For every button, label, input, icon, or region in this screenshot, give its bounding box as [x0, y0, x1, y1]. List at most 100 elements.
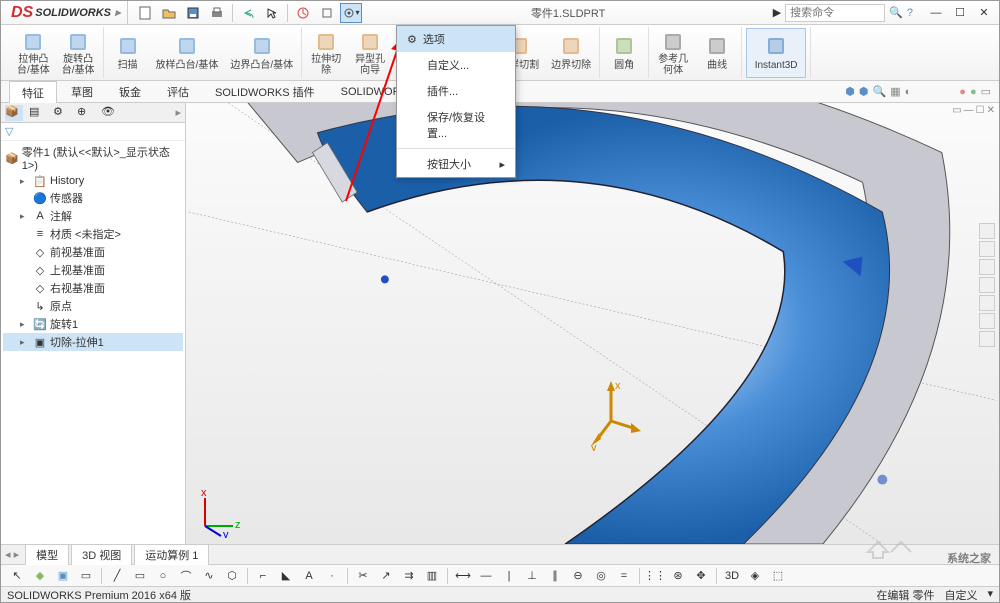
side-tool-3[interactable]: [979, 277, 995, 293]
sk-rel-par[interactable]: ∥: [545, 567, 565, 585]
extrude-cut-button[interactable]: 拉伸切除: [306, 28, 346, 78]
sk-mirror[interactable]: ▥: [422, 567, 442, 585]
menu-item-选项[interactable]: ⚙选项: [397, 26, 515, 52]
sk-3d[interactable]: 3D: [722, 567, 742, 585]
fm-tab-tree[interactable]: 📦: [5, 105, 23, 121]
tree-toggle[interactable]: ▸: [20, 319, 30, 330]
boundary-cut-button[interactable]: 边界切除: [547, 28, 595, 78]
tree-item[interactable]: ▸▣切除-拉伸1: [3, 333, 183, 351]
fm-tab-display[interactable]: 👁: [101, 105, 119, 121]
menu-item-按钮大小[interactable]: 按钮大小▸: [397, 151, 515, 177]
sk-rel-conc[interactable]: ◎: [591, 567, 611, 585]
fm-tab-config[interactable]: ⚙: [53, 105, 71, 121]
fm-tab-property[interactable]: ▤: [29, 105, 47, 121]
fm-tab-dim[interactable]: ⊕: [77, 105, 95, 121]
sk-plane[interactable]: ◈: [745, 567, 765, 585]
view-tab-1[interactable]: 3D 视图: [71, 544, 132, 565]
undo-button[interactable]: [237, 3, 259, 23]
scene-icon[interactable]: ●: [970, 86, 977, 98]
ribbon-tab-2[interactable]: 钣金: [107, 81, 153, 103]
sk-text[interactable]: A: [299, 567, 319, 585]
sk-misc[interactable]: ⬚: [768, 567, 788, 585]
sk-pattern-lin[interactable]: ⋮⋮: [645, 567, 665, 585]
child-max-button[interactable]: ☐: [976, 105, 985, 116]
menu-item-自定义[interactable]: 自定义...: [397, 52, 515, 78]
hole-wizard-button[interactable]: 异型孔向导: [350, 28, 390, 78]
tree-toggle[interactable]: ▸: [20, 337, 30, 348]
search-input[interactable]: [785, 4, 885, 22]
ribbon-tab-4[interactable]: SOLIDWORKS 插件: [203, 81, 327, 103]
child-restore-button[interactable]: —: [964, 105, 974, 116]
save-button[interactable]: [182, 3, 204, 23]
side-tool-4[interactable]: [979, 295, 995, 311]
display-style-icon[interactable]: ▦: [890, 85, 900, 98]
sk-extend[interactable]: ↗: [376, 567, 396, 585]
sk-point[interactable]: ·: [322, 567, 342, 585]
tree-item[interactable]: ◇前视基准面: [3, 243, 183, 261]
sweep-button[interactable]: 扫描: [108, 28, 148, 78]
open-button[interactable]: [158, 3, 180, 23]
minimize-button[interactable]: —: [925, 4, 947, 22]
child-min-button[interactable]: ▭: [952, 105, 961, 116]
loft-boss-button[interactable]: 放样凸台/基体: [152, 28, 223, 78]
tree-item[interactable]: ▸📋History: [3, 173, 183, 189]
select-button[interactable]: [261, 3, 283, 23]
side-tool-1[interactable]: [979, 241, 995, 257]
tree-item[interactable]: ◇右视基准面: [3, 279, 183, 297]
extrude-boss-button[interactable]: 拉伸凸台/基体: [13, 28, 54, 78]
sk-fillet[interactable]: ⌐: [253, 567, 273, 585]
tree-item[interactable]: ≡材质 <未指定>: [3, 225, 183, 243]
side-tool-6[interactable]: [979, 331, 995, 347]
instant3d-button[interactable]: Instant3D: [746, 28, 806, 78]
dropdown-icon[interactable]: ▸: [115, 6, 121, 19]
section-icon[interactable]: ◐: [905, 86, 912, 98]
sk-select[interactable]: ↖: [7, 567, 27, 585]
sk-polygon[interactable]: ⬡: [222, 567, 242, 585]
fm-collapse-icon[interactable]: ▸: [175, 106, 181, 119]
sk-arc[interactable]: ⌒: [176, 567, 196, 585]
boundary-boss-button[interactable]: 边界凸台/基体: [226, 28, 297, 78]
search-icon[interactable]: 🔍: [889, 6, 903, 19]
ribbon-tab-3[interactable]: 评估: [155, 81, 201, 103]
fillet-button[interactable]: 圆角: [604, 28, 644, 78]
sk-offset[interactable]: ⇉: [399, 567, 419, 585]
new-button[interactable]: [134, 3, 156, 23]
sk-circle[interactable]: ○: [153, 567, 173, 585]
render-icon[interactable]: ▭: [981, 85, 991, 98]
view-tabs-scroll[interactable]: ◂ ▸: [5, 548, 19, 561]
maximize-button[interactable]: ☐: [949, 4, 971, 22]
sk-chamfer[interactable]: ◣: [276, 567, 296, 585]
tree-item[interactable]: 🔵传感器: [3, 189, 183, 207]
side-home-button[interactable]: [979, 223, 995, 239]
side-tool-5[interactable]: [979, 313, 995, 329]
tree-item[interactable]: ▸🔄旋转1: [3, 315, 183, 333]
status-icon[interactable]: ▾: [987, 587, 993, 603]
sk-line[interactable]: ╱: [107, 567, 127, 585]
sk-dim[interactable]: ⟷: [453, 567, 473, 585]
zoom-fit-icon[interactable]: 🔍: [873, 85, 887, 98]
sk-rel-eq[interactable]: =: [614, 567, 634, 585]
tree-toggle[interactable]: ▸: [20, 176, 30, 187]
tree-toggle[interactable]: ▸: [20, 211, 30, 222]
tree-root[interactable]: 📦 零件1 (默认<<默认>_显示状态 1>): [3, 143, 183, 173]
drag-handle-2[interactable]: [877, 475, 887, 485]
options-button[interactable]: [316, 3, 338, 23]
tree-item[interactable]: ↳原点: [3, 297, 183, 315]
curves-button[interactable]: 曲线: [697, 28, 737, 78]
help-icon[interactable]: ?: [907, 7, 913, 19]
rebuild-button[interactable]: [292, 3, 314, 23]
view-cube-icon-2[interactable]: ⬢: [859, 85, 869, 98]
menu-item-保存/恢复设置[interactable]: 保存/恢复设置...: [397, 104, 515, 146]
ribbon-tab-0[interactable]: 特征: [9, 81, 57, 105]
sk-tool-1[interactable]: ◆: [30, 567, 50, 585]
sk-rel-v[interactable]: |: [499, 567, 519, 585]
ref-geom-button[interactable]: 参考几何体: [653, 28, 693, 78]
tree-item[interactable]: ◇上视基准面: [3, 261, 183, 279]
status-customize[interactable]: 自定义: [944, 587, 977, 603]
drag-handle[interactable]: [381, 275, 389, 283]
sk-cursor[interactable]: ▭: [76, 567, 96, 585]
settings-gear-button[interactable]: ▾: [340, 3, 362, 23]
sk-tool-2[interactable]: ▣: [53, 567, 73, 585]
sk-trim[interactable]: ✂: [353, 567, 373, 585]
print-button[interactable]: [206, 3, 228, 23]
